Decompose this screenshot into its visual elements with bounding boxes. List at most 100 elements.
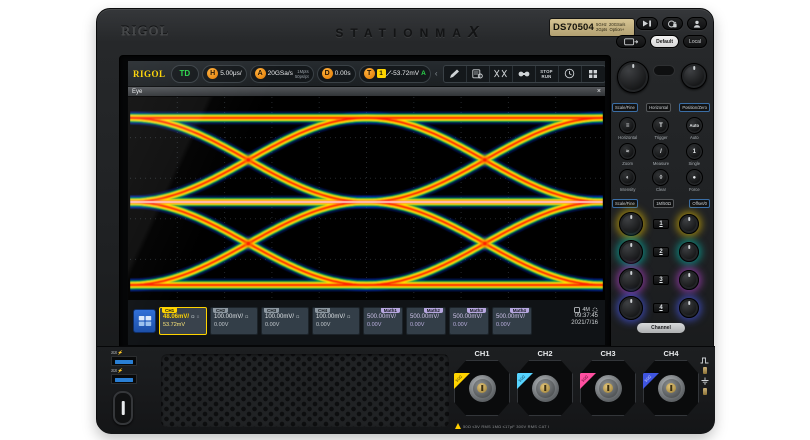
user-button[interactable] xyxy=(687,17,707,30)
stop-run-button[interactable]: STOP RUN xyxy=(536,66,559,82)
measure-button[interactable] xyxy=(467,66,490,82)
math2-tab: Math2 xyxy=(424,308,443,314)
memory-depth-badge: 4M xyxy=(582,307,590,313)
acquire-pill[interactable]: A 20GSa/s 1Mpts 50ps/pt xyxy=(250,65,314,83)
bnc-connector-group: CH1 50Ω CH2 50Ω CH3 50Ω xyxy=(453,349,703,416)
math3-offset: 0.00V xyxy=(453,322,485,328)
series-text: STATIONMA xyxy=(335,26,468,40)
status-bar: CH1 48.06mV/Ω≡ 53.72mV CH2 100.00mV/Ω 0.… xyxy=(128,300,605,345)
series-x: X xyxy=(468,24,479,41)
default-button[interactable]: Default xyxy=(650,35,679,48)
search-button[interactable] xyxy=(513,66,536,82)
play-pause-icon xyxy=(642,20,652,27)
horizontal-scale-knob[interactable] xyxy=(617,61,649,93)
ch1-offset-knob[interactable] xyxy=(679,214,699,234)
zoom-button[interactable]: ≈ xyxy=(619,143,636,160)
impedance-button[interactable]: 1M/50Ω xyxy=(653,199,674,208)
math-box-4[interactable]: Math4 500.00mV/ 0.00V xyxy=(492,307,532,335)
trigger-button[interactable]: T xyxy=(652,117,669,134)
front-panel: SS⚡ SS⚡ CH1 50Ω CH2 50Ω xyxy=(97,346,715,434)
apps-menu-button[interactable] xyxy=(582,66,605,82)
ch2-offset-knob[interactable] xyxy=(679,242,699,262)
horizontal-button[interactable]: ≡ xyxy=(619,117,636,134)
screen-toolbar: RIGOL TD H 5.00μs/ A 20GSa/s 1Mpts 50ps/… xyxy=(128,61,605,87)
screenshot-button[interactable] xyxy=(616,35,646,48)
ch3-offset: 0.00V xyxy=(265,322,305,328)
ch3-imp-icon: Ω xyxy=(296,314,299,319)
horizontal-button-label: Horizontal xyxy=(618,135,637,140)
chevron-left-icon[interactable]: ‹ xyxy=(434,69,439,78)
display-mode-button[interactable] xyxy=(133,309,156,333)
channel-box-ch4[interactable]: CH4 100.00mV/Ω 0.00V xyxy=(312,307,360,335)
eye-mask-button[interactable] xyxy=(490,66,513,82)
ch1-select-button[interactable]: 1 xyxy=(653,219,669,229)
user-icon xyxy=(693,20,701,28)
trigger-pill[interactable]: T 1 ∕ -53.72mV A xyxy=(359,65,431,83)
ch3-offset-knob[interactable] xyxy=(679,270,699,290)
ch4-select-button[interactable]: 4 xyxy=(653,303,669,313)
stop-run-label: STOP RUN xyxy=(540,69,552,79)
ch1-scale-knob[interactable] xyxy=(619,212,643,236)
auto-button[interactable]: Auto xyxy=(686,117,703,134)
ch3-scale-knob[interactable] xyxy=(619,268,643,292)
ch4-offset-knob[interactable] xyxy=(679,298,699,318)
v-offset-label: Offset/0 xyxy=(689,199,710,208)
ch2-scale: 100.00mV/ xyxy=(214,314,243,320)
eye-diagram-plot[interactable] xyxy=(128,97,605,300)
annotate-button[interactable] xyxy=(444,66,467,82)
math-box-3[interactable]: Math3 500.00mV/ 0.00V xyxy=(449,307,489,335)
channel-section-label: Channel xyxy=(637,323,685,333)
history-button[interactable] xyxy=(559,66,582,82)
intensity-button[interactable]: ◐ xyxy=(619,169,636,186)
horizontal-rocker[interactable] xyxy=(653,65,675,76)
ch3-scale: 100.00mV/ xyxy=(265,314,294,320)
ch1-connector-label: CH1 xyxy=(474,349,489,358)
ch4-scale-knob[interactable] xyxy=(619,296,643,320)
ch1-offset: 53.72mV xyxy=(163,322,203,328)
intensity-glyph: ◐ xyxy=(626,175,630,181)
channel-box-ch3[interactable]: CH3 100.00mV/Ω 0.00V xyxy=(261,307,309,335)
horizontal-position-knob[interactable] xyxy=(681,63,707,89)
square-wave-icon xyxy=(700,357,710,364)
ch2-scale-knob[interactable] xyxy=(619,240,643,264)
trigger-mode-badge: A xyxy=(421,70,426,77)
spec-bottom: 2Gpts Option+ xyxy=(596,28,625,33)
ch4-scale: 100.00mV/ xyxy=(316,314,345,320)
probe-comp-ground-pad xyxy=(703,388,707,395)
delay-pill[interactable]: D 0.00s xyxy=(317,65,356,83)
dual-display-icon xyxy=(138,315,152,327)
local-button[interactable]: Local xyxy=(683,35,707,48)
math3-tab: Math3 xyxy=(467,308,486,314)
power-button[interactable] xyxy=(113,391,133,425)
sample-rate-value: 20GSa/s xyxy=(268,70,293,77)
delay-value: 0.00s xyxy=(335,70,351,77)
acquisition-mode-pill[interactable]: TD xyxy=(171,65,200,83)
touch-lock-icon xyxy=(668,20,677,28)
math-box-2[interactable]: Math2 500.00mV/ 0.00V xyxy=(406,307,446,335)
force-button[interactable]: ● xyxy=(686,169,703,186)
model-specs: 5GHz 20GSa/s 2Gpts Option+ xyxy=(596,23,625,32)
eye-mask-icon xyxy=(494,69,507,78)
clock-box[interactable]: 4M 09:37:45 2021/7/16 xyxy=(546,307,600,335)
touch-lock-button[interactable] xyxy=(662,17,683,30)
input-warning: 50Ω ≤5V RMS 1MΩ ≤17pF 300V RMS CAT I xyxy=(455,423,549,429)
play-pause-button[interactable] xyxy=(636,17,658,30)
close-icon[interactable]: × xyxy=(597,89,601,95)
clear-button[interactable]: ◊ xyxy=(652,169,669,186)
eye-window-titlebar[interactable]: Eye × xyxy=(128,87,605,97)
ch3-select-button[interactable]: 3 xyxy=(653,275,669,285)
math-box-1[interactable]: Math1 500.00mV/ 0.00V xyxy=(363,307,403,335)
storage-icon xyxy=(574,307,580,313)
function-button-grid: ≡Horizontal TTrigger AutoAuto ≈Zoom /Mea… xyxy=(611,117,711,192)
math3-scale: 500.00mV/ xyxy=(453,314,485,320)
single-button[interactable]: 1 xyxy=(686,143,703,160)
clear-glyph: ◊ xyxy=(660,175,663,181)
measure-panel-button[interactable]: / xyxy=(652,143,669,160)
ch2-select-button[interactable]: 2 xyxy=(653,247,669,257)
horizontal-scale-pill[interactable]: H 5.00μs/ xyxy=(202,65,246,83)
math4-offset: 0.00V xyxy=(496,322,528,328)
ch4-offset: 0.00V xyxy=(316,322,356,328)
channel-box-ch1[interactable]: CH1 48.06mV/Ω≡ 53.72mV xyxy=(159,307,207,335)
trigger-button-label: Trigger xyxy=(654,135,667,140)
channel-box-ch2[interactable]: CH2 100.00mV/Ω 0.00V xyxy=(210,307,258,335)
